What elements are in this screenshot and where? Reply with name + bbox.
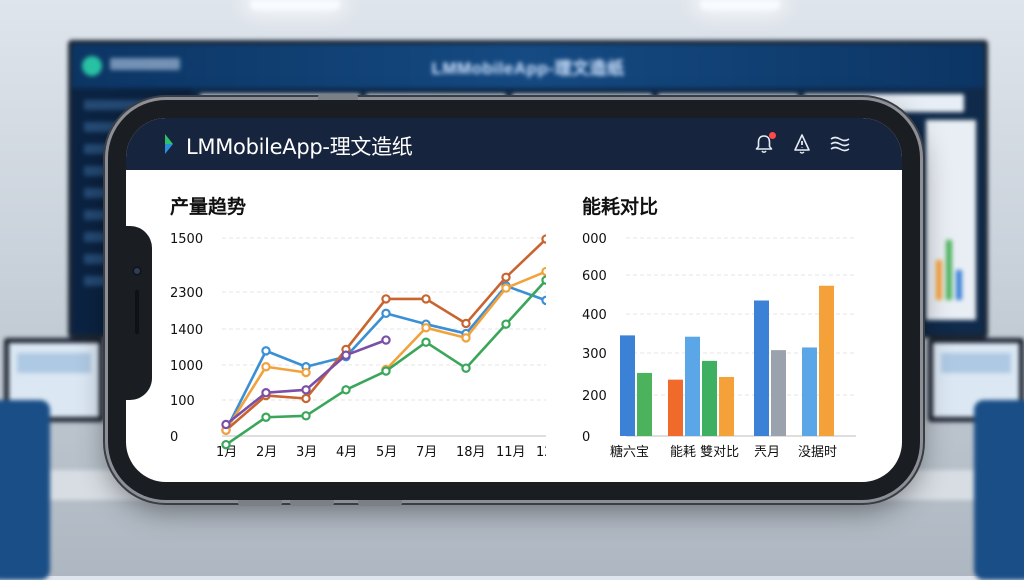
x-tick-label: 没据时 bbox=[798, 445, 837, 460]
bar bbox=[685, 336, 700, 436]
bar bbox=[802, 347, 817, 436]
wall-display-mini-chart bbox=[926, 120, 976, 320]
bar bbox=[668, 379, 683, 436]
earpiece-speaker bbox=[135, 290, 139, 334]
phone-button bbox=[238, 500, 282, 506]
phone-button bbox=[290, 500, 334, 506]
y-tick-label: 000 bbox=[582, 232, 607, 247]
y-tick-label: 200 bbox=[582, 389, 607, 404]
phone-button bbox=[358, 500, 402, 506]
camera-notch bbox=[126, 226, 152, 400]
x-tick-label: 能耗 雙对比 bbox=[670, 445, 739, 460]
bar bbox=[771, 350, 786, 436]
wall-display-header: LMMobileApp-理文造纸 bbox=[72, 44, 984, 88]
y-tick-label: 600 bbox=[582, 269, 607, 284]
smartphone: LMMobileApp-理文造纸 产量趋势 能耗对比 1500 2300 1400 1… bbox=[108, 94, 920, 506]
front-camera bbox=[132, 266, 142, 276]
x-tick-label: 兲月 bbox=[754, 445, 780, 460]
wall-display-title: LMMobileApp-理文造纸 bbox=[431, 59, 625, 78]
x-tick-label: 糖六宝 bbox=[610, 444, 649, 460]
phone-button bbox=[318, 94, 358, 100]
ceiling-light bbox=[700, 0, 780, 10]
bar bbox=[637, 372, 652, 436]
office-chair bbox=[0, 400, 50, 580]
bar bbox=[719, 376, 734, 436]
y-tick-label: 300 bbox=[582, 347, 607, 362]
y-tick-label: 0 bbox=[582, 430, 590, 445]
phone-screen: LMMobileApp-理文造纸 产量趋势 能耗对比 1500 2300 1400 1… bbox=[126, 118, 902, 482]
ceiling-light bbox=[250, 0, 340, 10]
office-chair bbox=[974, 400, 1024, 580]
bar bbox=[702, 360, 717, 436]
bar bbox=[754, 300, 769, 436]
bar bbox=[819, 285, 834, 436]
energy-bar-chart: 000 600 400 300 200 0 糖六宝 能耗 雙对比 兲月 没据时 bbox=[582, 232, 856, 460]
y-tick-label: 400 bbox=[582, 308, 607, 323]
bar bbox=[620, 335, 635, 436]
